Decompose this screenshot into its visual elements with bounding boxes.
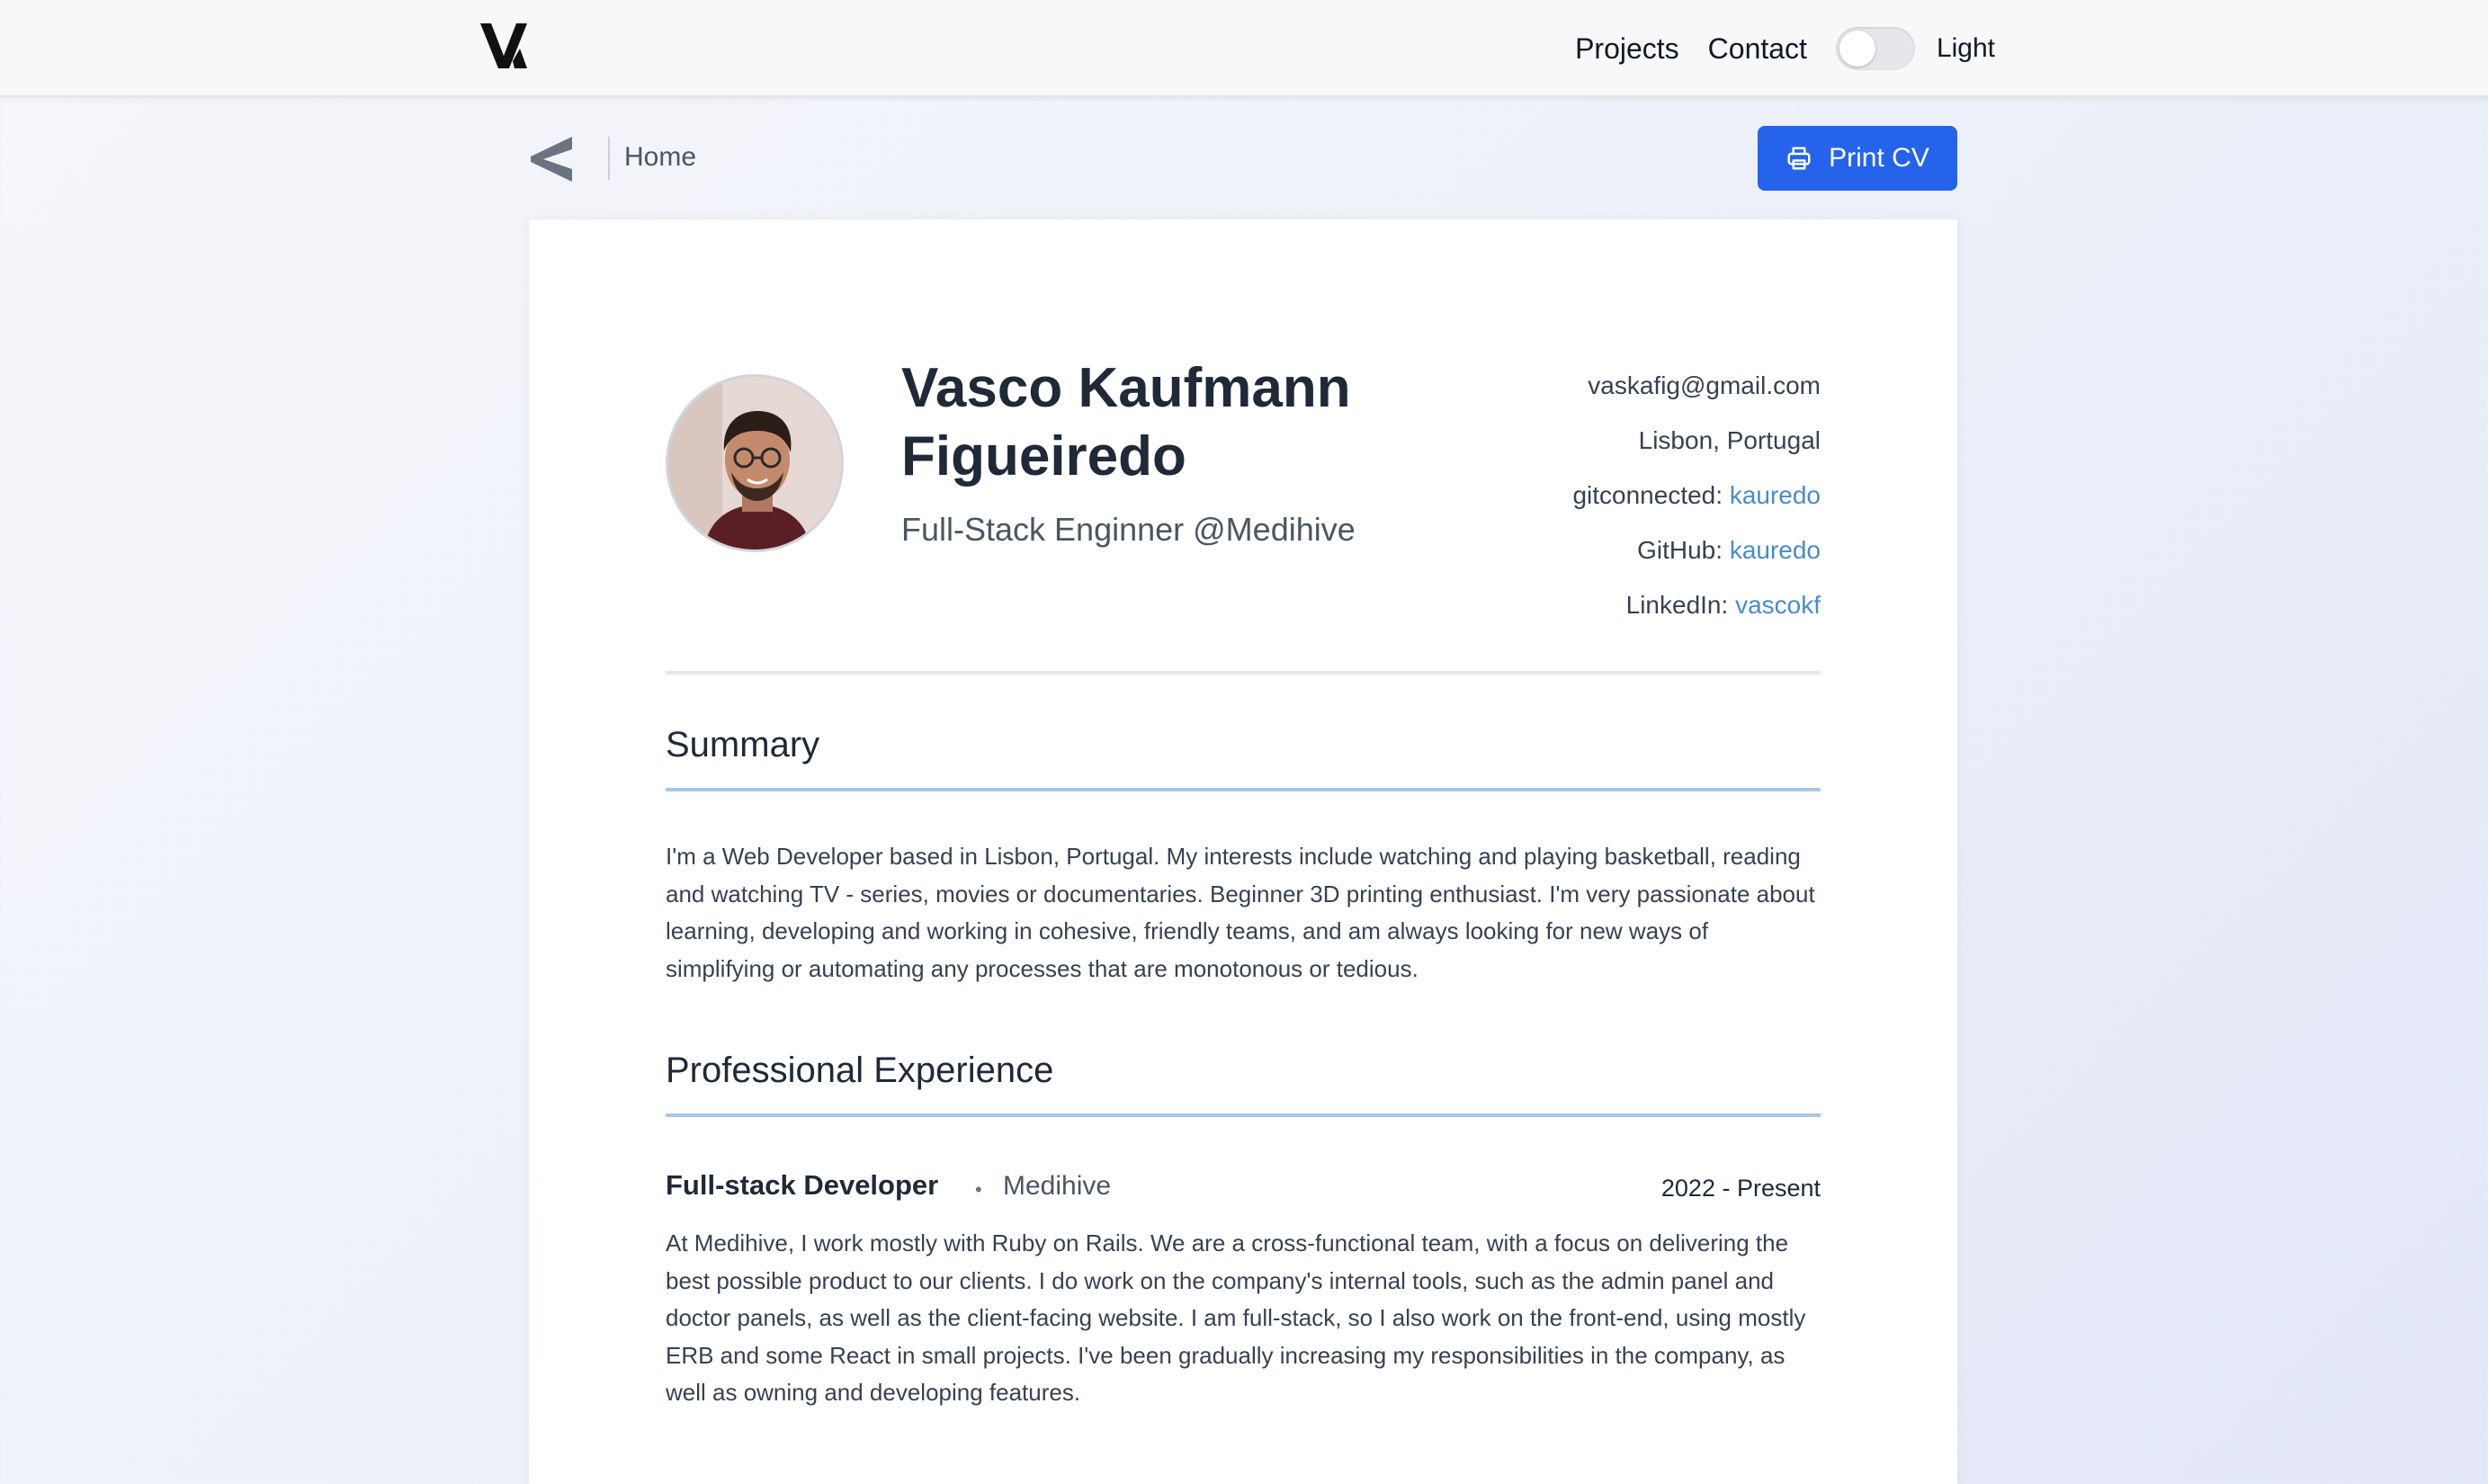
summary-rule (666, 788, 1821, 791)
printer-icon (1787, 147, 1811, 170)
theme-label: Light (1936, 33, 1995, 63)
job-dates: 2022 - Present (1660, 1175, 1821, 1202)
top-nav: Projects Contact Light (0, 0, 2488, 97)
breadcrumb-divider (608, 137, 610, 180)
nav-links: Projects Contact Light (1575, 23, 1995, 74)
linkedin-label: LinkedIn: (1625, 591, 1736, 619)
v-logo-icon[interactable] (479, 22, 529, 70)
sub-header: Home Print CV (529, 126, 1957, 191)
gitconnected-link[interactable]: kauredo (1730, 481, 1821, 509)
job-separator: • (975, 1178, 982, 1201)
print-cv-button[interactable]: Print CV (1758, 126, 1957, 191)
profile-title: Full-Stack Enginner @Medihive (901, 511, 1356, 548)
contact-email: vaskafig@gmail.com (1588, 371, 1821, 399)
breadcrumb-home[interactable]: Home (624, 142, 696, 173)
experience-rule (666, 1113, 1821, 1117)
summary-text: I'm a Web Developer based in Lisbon, Por… (666, 843, 1815, 982)
github-link[interactable]: kauredo (1730, 536, 1821, 564)
contact-github: GitHub: kauredo (1572, 523, 1821, 577)
cv-card: Vasco Kaufmann Figueiredo Full-Stack Eng… (529, 219, 1957, 1484)
back-chevron-icon[interactable] (529, 135, 574, 183)
contact-location: Lisbon, Portugal (1638, 426, 1821, 454)
theme-toggle[interactable] (1835, 27, 1915, 70)
linkedin-link[interactable]: vascokf (1735, 591, 1821, 619)
gitconnected-label: gitconnected: (1572, 481, 1730, 509)
contact-linkedin: LinkedIn: vascokf (1572, 577, 1821, 632)
toggle-knob (1839, 31, 1875, 67)
experience-heading: Professional Experience (666, 1050, 1054, 1090)
print-cv-label: Print CV (1829, 143, 1929, 173)
nav-link-projects[interactable]: Projects (1575, 32, 1679, 66)
avatar-portrait (668, 377, 841, 550)
header-divider (666, 671, 1821, 675)
github-label: GitHub: (1637, 536, 1730, 564)
contact-info: vaskafig@gmail.com Lisbon, Portugal gitc… (1572, 358, 1821, 632)
job-company: Medihive (1003, 1171, 1112, 1201)
job-description: At Medihive, I work mostly with Ruby on … (666, 1229, 1806, 1406)
avatar (666, 374, 844, 552)
job-title: Full-stack Developer (666, 1169, 939, 1201)
summary-heading: Summary (666, 725, 820, 764)
theme-toggle-group: Light (1835, 27, 1995, 70)
profile-name: Vasco Kaufmann Figueiredo (901, 357, 1351, 487)
nav-link-contact[interactable]: Contact (1708, 32, 1807, 66)
contact-gitconnected: gitconnected: kauredo (1572, 468, 1821, 523)
